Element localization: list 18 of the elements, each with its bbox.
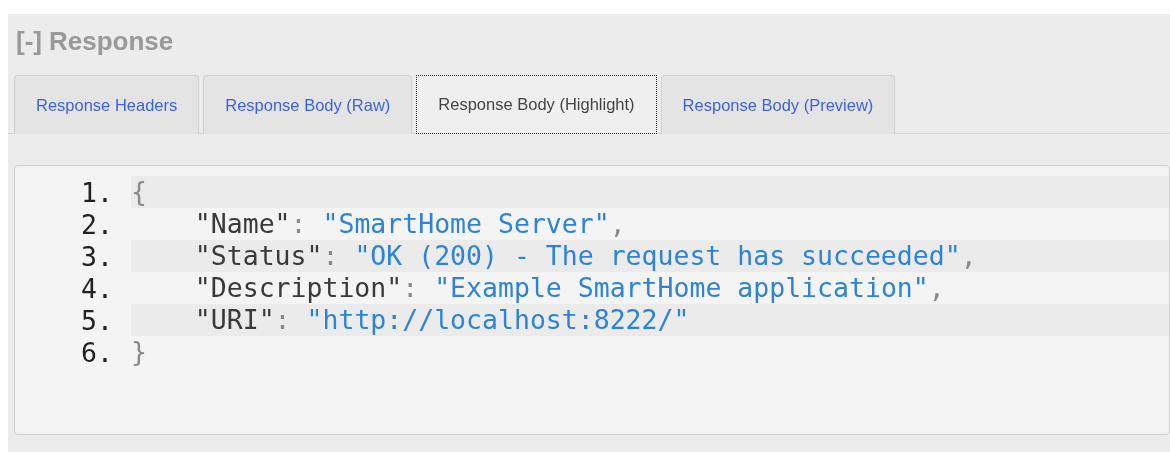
line-number: 2. — [80, 208, 113, 240]
line-number: 1. — [80, 176, 113, 208]
line-number: 4. — [80, 272, 113, 304]
tab[interactable]: Response Body (Preview) — [660, 75, 896, 134]
line-number: 5. — [80, 304, 113, 336]
code-line: } — [131, 336, 147, 368]
collapse-toggle[interactable]: [-] — [16, 25, 42, 57]
code-line: "URI": "http://localhost:8222/" — [194, 304, 690, 336]
code-line: "Status": "OK (200) - The request has succeeded", — [194, 240, 977, 272]
tab[interactable]: Response Headers — [14, 75, 200, 134]
line-number: 3. — [80, 240, 113, 272]
line-number: 6. — [80, 336, 113, 368]
tab[interactable]: Response Body (Raw) — [203, 75, 413, 134]
tab[interactable]: Response Body (Highlight) — [416, 75, 657, 134]
code-line: { — [131, 176, 147, 208]
code-line: "Description": "Example SmartHome application", — [194, 272, 945, 304]
code-line: "Name": "SmartHome Server", — [194, 208, 626, 240]
section-title: Response — [49, 25, 174, 57]
